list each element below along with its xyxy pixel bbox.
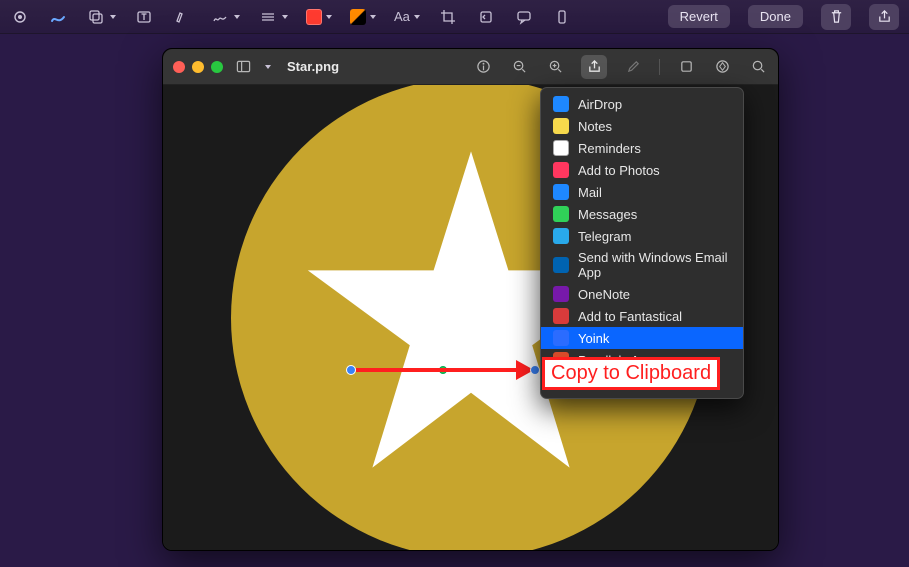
share-menu-item-label: Add to Photos: [578, 163, 660, 178]
info-icon[interactable]: [473, 57, 493, 77]
markup-toggle-icon[interactable]: [712, 57, 732, 77]
app-icon: [553, 96, 569, 112]
window-title: Star.png: [287, 59, 339, 74]
annotation-arrow-line[interactable]: [356, 368, 518, 372]
shapes-icon[interactable]: [86, 7, 106, 27]
line-weight-icon[interactable]: [258, 7, 278, 27]
share-menu-item[interactable]: Mail: [541, 181, 743, 203]
zoom-out-icon[interactable]: [509, 57, 529, 77]
app-icon: [553, 162, 569, 178]
chevron-down-icon[interactable]: [282, 15, 288, 19]
preview-titlebar: Star.png: [163, 49, 778, 85]
share-button[interactable]: [869, 4, 899, 30]
chevron-down-icon[interactable]: [414, 15, 420, 19]
share-menu-item-label: Send with Windows Email App: [578, 250, 731, 280]
rotate-left-icon[interactable]: [676, 57, 696, 77]
app-icon: [553, 286, 569, 302]
text-icon[interactable]: [134, 7, 154, 27]
chevron-down-icon[interactable]: [370, 15, 376, 19]
done-button[interactable]: Done: [748, 5, 803, 28]
sign-icon[interactable]: [210, 7, 230, 27]
markup-toolbar: Aa Revert Done: [0, 0, 909, 34]
share-menu-item[interactable]: Reminders: [541, 137, 743, 159]
share-menu-item-label: Yoink: [578, 331, 609, 346]
zoom-in-icon[interactable]: [545, 57, 565, 77]
share-menu-item-label: Messages: [578, 207, 637, 222]
app-icon: [553, 257, 569, 273]
share-menu-item[interactable]: Add to Photos: [541, 159, 743, 181]
app-icon: [553, 184, 569, 200]
share-menu-item[interactable]: Send with Windows Email App: [541, 247, 743, 283]
share-menu-item[interactable]: Add to Fantastical: [541, 305, 743, 327]
window-controls: [173, 61, 223, 73]
share-menu-item-label: Telegram: [578, 229, 631, 244]
fill-color-swatch[interactable]: [350, 9, 366, 25]
titlebar-share-icon[interactable]: [581, 55, 607, 79]
app-icon: [553, 140, 569, 156]
minimize-window-button[interactable]: [192, 61, 204, 73]
close-window-button[interactable]: [173, 61, 185, 73]
share-menu-item-label: Mail: [578, 185, 602, 200]
sketch-icon[interactable]: [48, 7, 68, 27]
chevron-down-icon[interactable]: [326, 15, 332, 19]
share-menu-item[interactable]: Yoink: [541, 327, 743, 349]
share-menu-item[interactable]: Notes: [541, 115, 743, 137]
chevron-down-icon[interactable]: [110, 15, 116, 19]
selection-handle-right[interactable]: [530, 365, 540, 375]
stroke-color-swatch[interactable]: [306, 9, 322, 25]
app-icon: [553, 118, 569, 134]
text-style-button[interactable]: Aa: [394, 9, 410, 24]
search-icon[interactable]: [748, 57, 768, 77]
zoom-window-button[interactable]: [211, 61, 223, 73]
selection-handle-left[interactable]: [346, 365, 356, 375]
device-icon[interactable]: [552, 7, 572, 27]
share-menu-item[interactable]: Messages: [541, 203, 743, 225]
highlight-icon[interactable]: [172, 7, 192, 27]
share-menu-item-label: AirDrop: [578, 97, 622, 112]
share-menu-item[interactable]: AirDrop: [541, 93, 743, 115]
app-icon: [553, 308, 569, 324]
chevron-down-icon[interactable]: [265, 65, 271, 69]
share-menu-item[interactable]: OneNote: [541, 283, 743, 305]
trash-button[interactable]: [821, 4, 851, 30]
chevron-down-icon[interactable]: [234, 15, 240, 19]
share-menu-item-label: Add to Fantastical: [578, 309, 682, 324]
record-icon[interactable]: [10, 7, 30, 27]
share-menu: AirDrop Notes Reminders Add to Photos Mail Me…: [540, 87, 744, 399]
markup-pencil-icon[interactable]: [623, 57, 643, 77]
speech-bubble-icon[interactable]: [514, 7, 534, 27]
app-icon: [553, 330, 569, 346]
copy-to-clipboard-callout: Copy to Clipboard: [542, 357, 720, 390]
rotate-icon[interactable]: [476, 7, 496, 27]
share-menu-item[interactable]: Telegram: [541, 225, 743, 247]
revert-button[interactable]: Revert: [668, 5, 730, 28]
sidebar-toggle-icon[interactable]: [233, 57, 253, 77]
app-icon: [553, 228, 569, 244]
app-icon: [553, 206, 569, 222]
share-menu-item-label: OneNote: [578, 287, 630, 302]
share-menu-item-label: Notes: [578, 119, 612, 134]
separator: [659, 59, 660, 75]
crop-icon[interactable]: [438, 7, 458, 27]
share-menu-item-label: Reminders: [578, 141, 641, 156]
